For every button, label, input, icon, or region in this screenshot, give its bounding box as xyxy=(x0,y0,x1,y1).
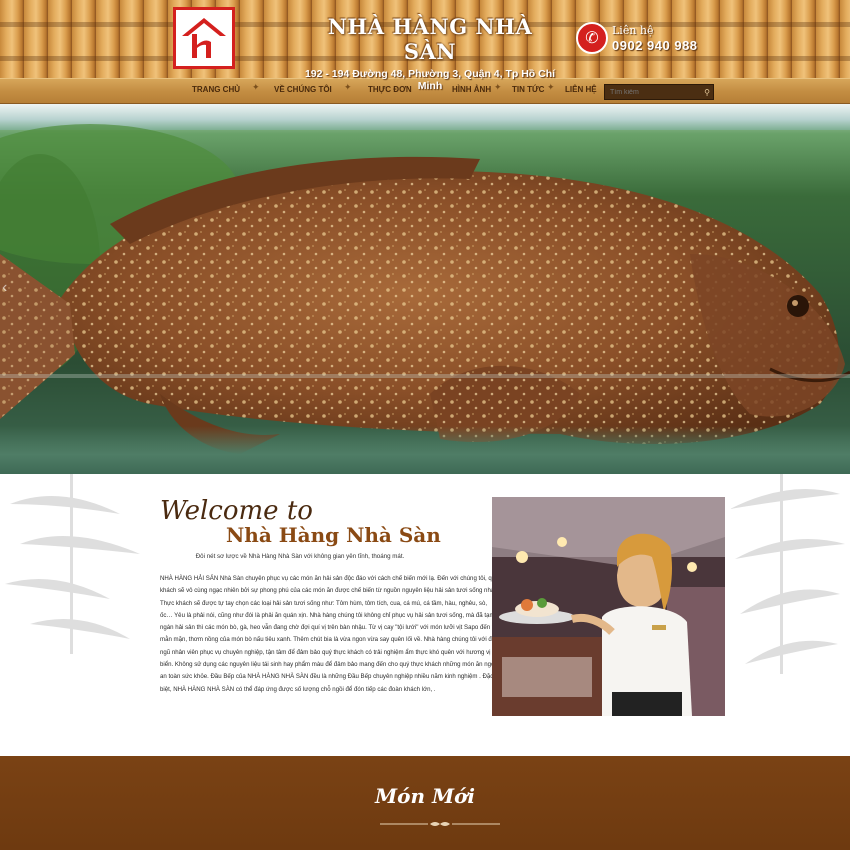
contact-label: Liên hệ xyxy=(612,23,654,37)
welcome-script-heading: Welcome to xyxy=(160,496,313,526)
search-icon[interactable]: ⚲ xyxy=(701,88,713,97)
nav-item-home[interactable]: TRANG CHỦ xyxy=(192,85,240,94)
slider-prev-icon[interactable]: ‹ xyxy=(2,279,7,297)
welcome-subtitle: Đôi nét sơ lược về Nhà Hàng Nhà Sàn với … xyxy=(195,553,405,560)
contact-block[interactable]: ✆ Liên hệ 0902 940 988 xyxy=(576,20,698,56)
welcome-section: Welcome to Nhà Hàng Nhà Sàn Đôi nét sơ l… xyxy=(0,474,850,756)
contact-phone[interactable]: 0902 940 988 xyxy=(612,38,698,53)
search-box: ⚲ xyxy=(604,84,714,100)
brand-address: 192 - 194 Đường 48, Phường 3, Quận 4, Tp… xyxy=(304,68,556,92)
site-header: NHÀ HÀNG NHÀ SÀN 192 - 194 Đường 48, Phư… xyxy=(0,0,850,92)
brand-block: NHÀ HÀNG NHÀ SÀN 192 - 194 Đường 48, Phư… xyxy=(300,14,560,92)
hero-fish-image xyxy=(0,124,850,454)
new-dishes-title: Món Mới xyxy=(374,784,476,808)
ornament-divider-icon xyxy=(380,822,500,826)
brand-name: NHÀ HÀNG NHÀ SÀN xyxy=(327,14,533,64)
nav-item-contact[interactable]: LIÊN HỆ xyxy=(565,85,597,94)
welcome-body-text: NHÀ HÀNG HẢI SẢN Nhà Sàn chuyên phục vụ … xyxy=(160,575,499,693)
welcome-title: Nhà Hàng Nhà Sàn xyxy=(226,523,441,547)
logo-house-icon xyxy=(182,18,226,58)
hero-slider[interactable]: ‹ xyxy=(0,104,850,474)
nav-separator: ✦ xyxy=(252,82,260,92)
bamboo-leaves-decoration xyxy=(730,474,845,674)
phone-icon: ✆ xyxy=(576,22,608,54)
waitress-photo xyxy=(492,497,725,716)
logo[interactable] xyxy=(173,7,235,69)
new-dishes-section: Món Mới xyxy=(0,756,850,850)
bamboo-leaves-decoration xyxy=(5,474,140,654)
search-input[interactable] xyxy=(605,85,701,99)
